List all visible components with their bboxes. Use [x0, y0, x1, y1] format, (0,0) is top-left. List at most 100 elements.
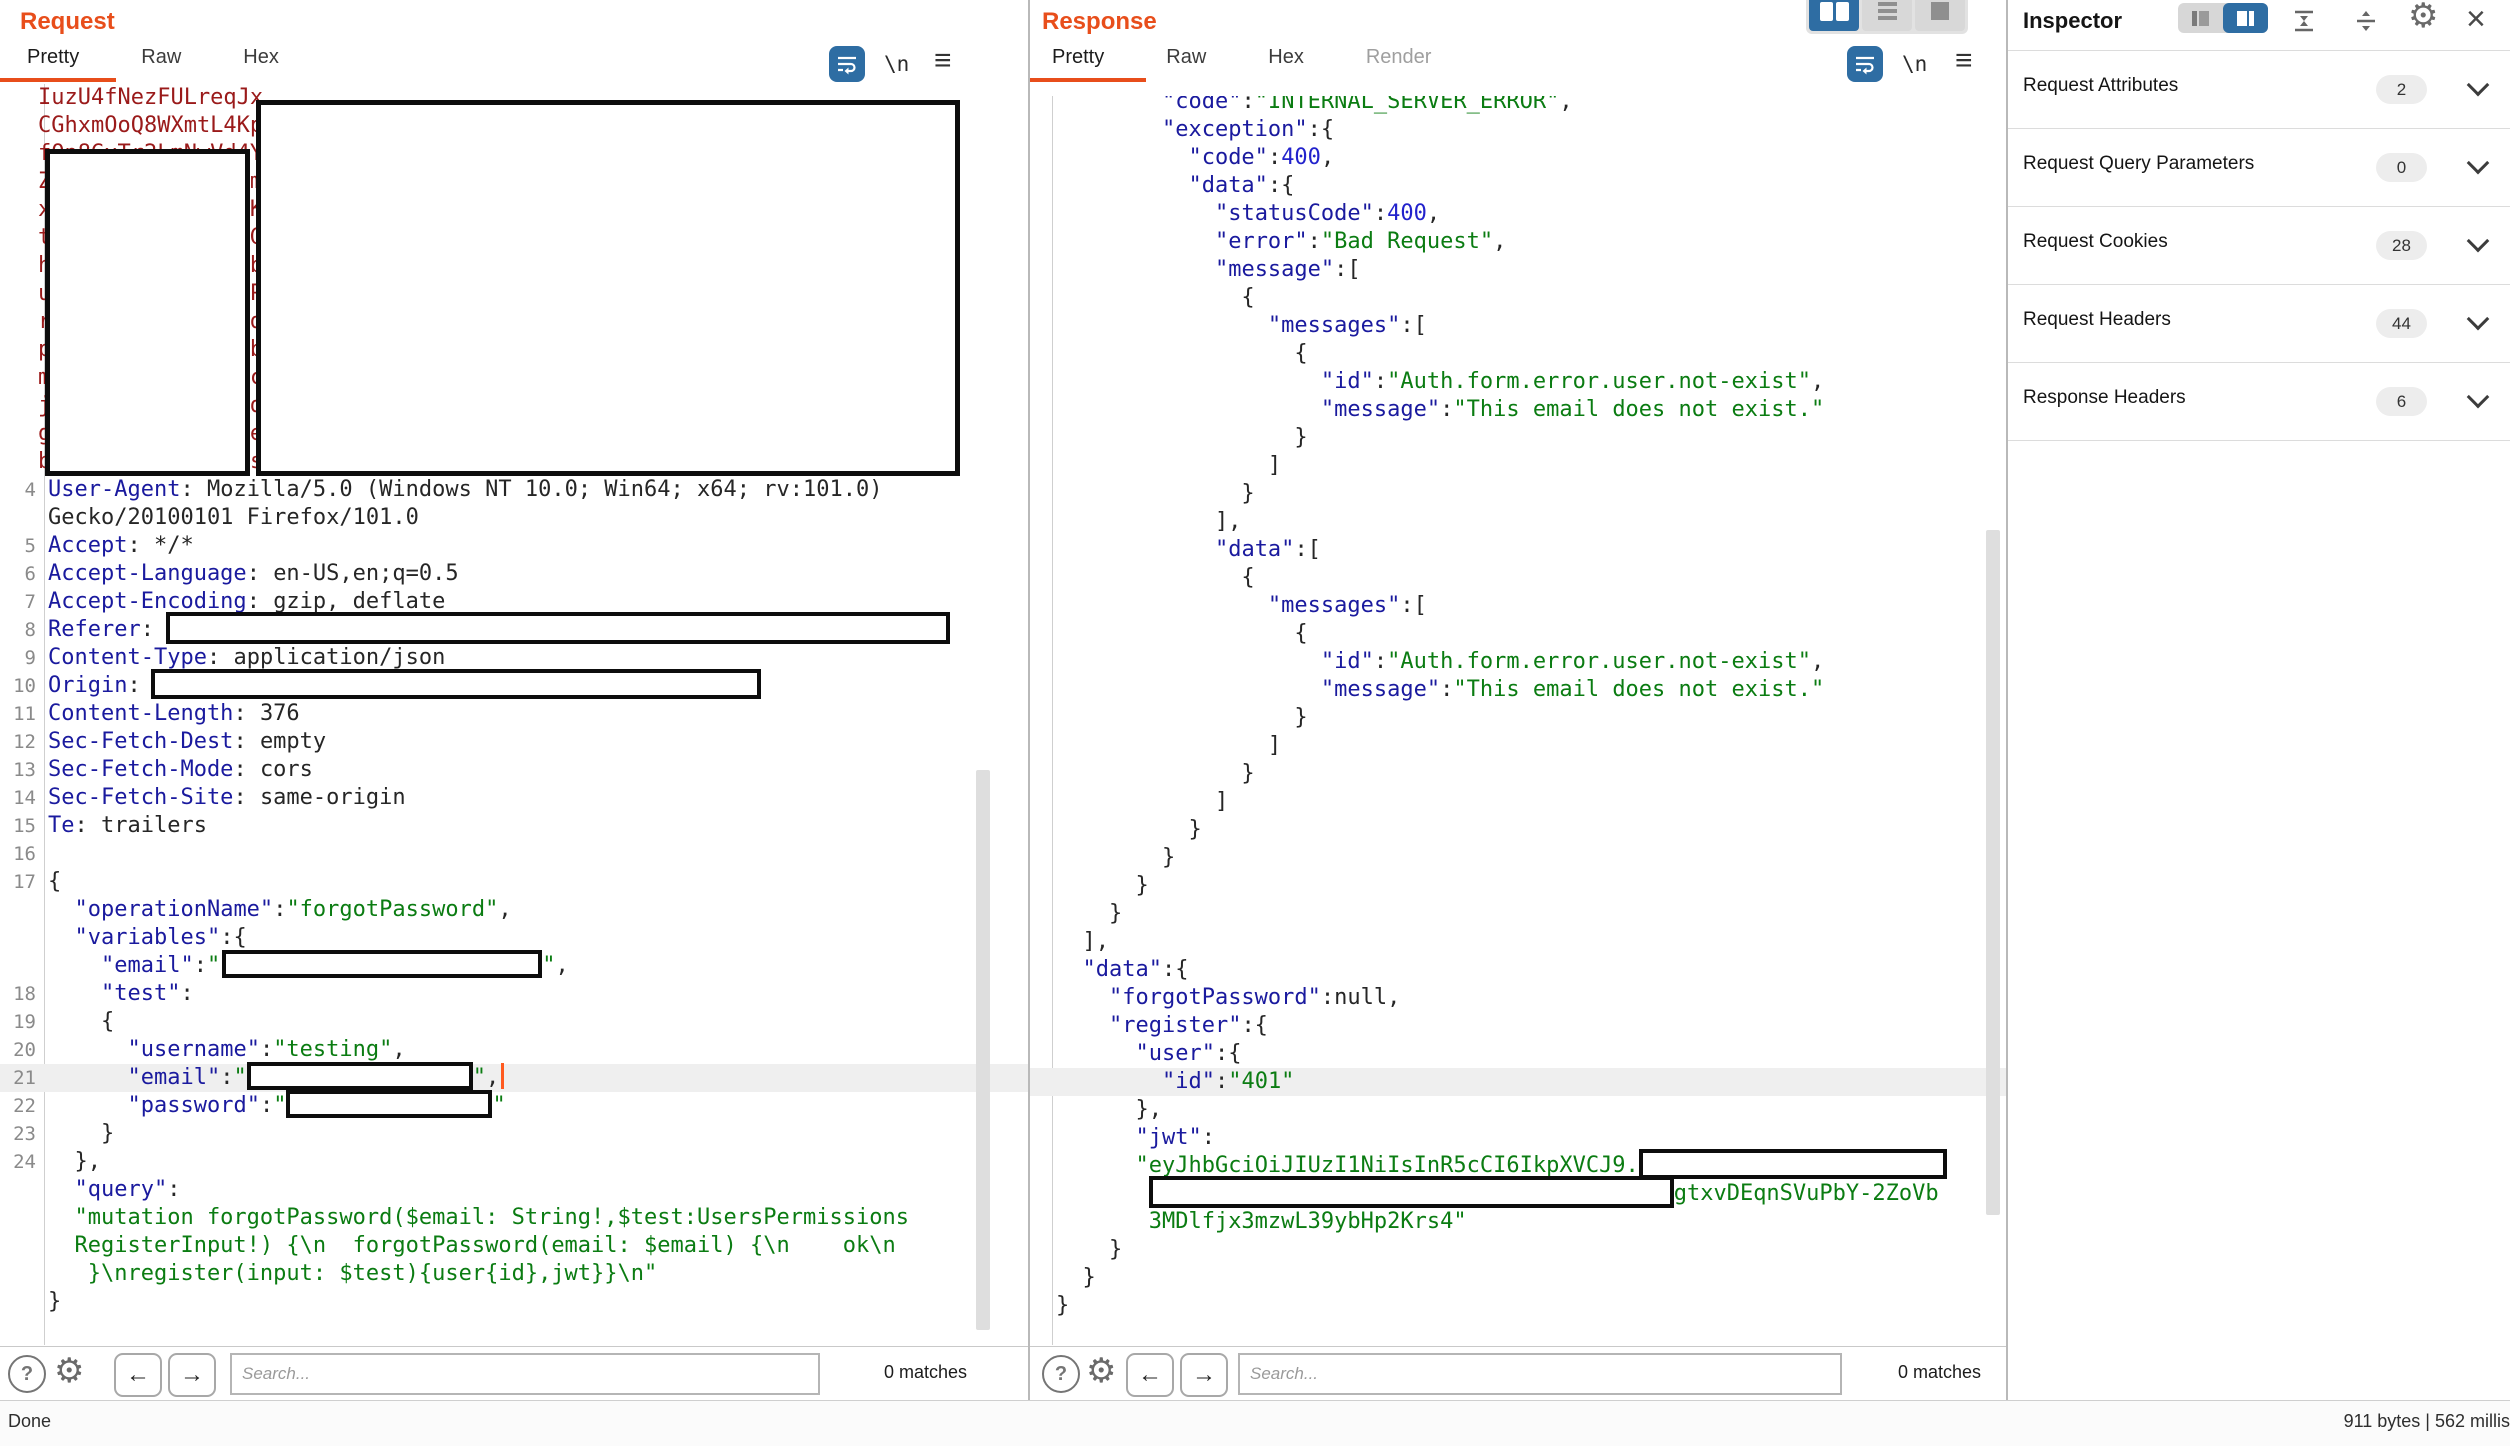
inspector-sections: Request Attributes2Request Query Paramet…	[2008, 50, 2510, 441]
inspector-section-request-cookies[interactable]: Request Cookies28	[2008, 207, 2510, 285]
tab-hex[interactable]: Hex	[1268, 46, 1304, 69]
next-match-button[interactable]: →	[168, 1353, 216, 1397]
code-line-highlighted: 21 "email":"",	[0, 1064, 1028, 1092]
inspector-section-response-headers[interactable]: Response Headers6	[2008, 363, 2510, 441]
hamburger-menu-icon[interactable]: ≡	[1955, 44, 1973, 78]
tab-render[interactable]: Render	[1366, 46, 1432, 69]
hamburger-menu-icon[interactable]: ≡	[934, 44, 952, 78]
status-bar: Done 911 bytes | 562 millis	[0, 1400, 2510, 1446]
request-search-bar: ? ⚙ ← → 0 matches	[0, 1346, 1028, 1400]
tab-raw[interactable]: Raw	[1166, 46, 1206, 69]
response-search-input[interactable]	[1238, 1353, 1842, 1395]
newline-toggle-icon[interactable]: \n	[884, 52, 909, 76]
line-number: 21	[0, 1064, 36, 1092]
section-count-badge: 44	[2376, 309, 2427, 338]
line-number: 6	[0, 560, 36, 588]
layout-single-button[interactable]	[1915, 0, 1965, 31]
inspector-section-request-query-parameters[interactable]: Request Query Parameters0	[2008, 129, 2510, 207]
inspector-section-request-attributes[interactable]: Request Attributes2	[2008, 51, 2510, 129]
help-icon[interactable]: ?	[1042, 1355, 1080, 1393]
redaction-box	[166, 612, 950, 644]
chevron-down-icon[interactable]	[2467, 74, 2490, 97]
inspector-sidebar-view-button[interactable]	[2178, 3, 2223, 33]
code-line: }	[1030, 424, 2006, 452]
redaction-box	[45, 149, 250, 476]
code-line: 23 }	[0, 1120, 1028, 1148]
code-line: 8Referer:	[0, 616, 1028, 644]
code-line: 12Sec-Fetch-Dest: empty	[0, 728, 1028, 756]
response-match-count: 0 matches	[1898, 1362, 1981, 1383]
response-active-tab-underline	[1030, 78, 1146, 82]
code-line: Gecko/20100101 Firefox/101.0	[0, 504, 1028, 532]
line-number: 16	[0, 840, 36, 868]
redaction-box	[151, 669, 761, 699]
line-number: 20	[0, 1036, 36, 1064]
code-line: }	[1030, 872, 2006, 900]
search-settings-gear-icon[interactable]: ⚙	[54, 1351, 84, 1391]
code-line: 14Sec-Fetch-Site: same-origin	[0, 784, 1028, 812]
inspector-title: Inspector	[2023, 8, 2122, 34]
line-number: 8	[0, 616, 36, 644]
word-wrap-icon[interactable]	[829, 46, 865, 82]
line-number: 24	[0, 1148, 36, 1176]
inspector-section-request-headers[interactable]: Request Headers44	[2008, 285, 2510, 363]
inspector-split-view-button[interactable]	[2223, 3, 2268, 33]
chevron-down-icon[interactable]	[2467, 308, 2490, 331]
code-line: 24 },	[0, 1148, 1028, 1176]
chevron-down-icon[interactable]	[2467, 230, 2490, 253]
code-line: }	[1030, 1236, 2006, 1264]
newline-toggle-icon[interactable]: \n	[1902, 52, 1927, 76]
line-number: 23	[0, 1120, 36, 1148]
code-line: "id":"Auth.form.error.user.not-exist",	[1030, 648, 2006, 676]
chevron-down-icon[interactable]	[2467, 152, 2490, 175]
request-editor[interactable]: IuzU4fNezFULreqJxCGhxmOoQ8WXmtL4KpfQp8Gx…	[0, 84, 1028, 1345]
code-line: ]	[1030, 452, 2006, 480]
code-line: RegisterInput!) {\n forgotPassword(email…	[0, 1232, 1028, 1260]
code-line: 11Content-Length: 376	[0, 700, 1028, 728]
request-search-input[interactable]	[230, 1353, 820, 1395]
code-line: }	[1030, 816, 2006, 844]
chevron-down-icon[interactable]	[2467, 386, 2490, 409]
layout-columns-button[interactable]	[1809, 0, 1859, 31]
code-line: ],	[1030, 928, 2006, 956]
request-vertical-scrollbar[interactable]	[976, 770, 990, 1330]
inspector-settings-gear-icon[interactable]: ⚙	[2408, 0, 2438, 36]
tab-pretty[interactable]: Pretty	[1052, 46, 1104, 69]
line-number: 17	[0, 868, 36, 896]
search-settings-gear-icon[interactable]: ⚙	[1086, 1351, 1116, 1391]
code-line: {	[1030, 620, 2006, 648]
code-line: }	[1030, 704, 2006, 732]
previous-match-button[interactable]: ←	[1126, 1353, 1174, 1397]
line-number: 7	[0, 588, 36, 616]
request-tabs: Pretty Raw Hex	[0, 46, 279, 69]
tab-hex[interactable]: Hex	[243, 46, 279, 69]
response-viewer[interactable]: "code":"INTERNAL_SERVER_ERROR", "excepti…	[1030, 96, 2006, 1345]
line-number: 4	[0, 476, 36, 504]
response-vertical-scrollbar[interactable]	[1986, 530, 2000, 1215]
code-line: 22 "password":""	[0, 1092, 1028, 1120]
line-number: 12	[0, 728, 36, 756]
tab-pretty[interactable]: Pretty	[27, 46, 79, 69]
expand-all-icon[interactable]	[2353, 8, 2379, 39]
layout-rows-button[interactable]	[1862, 0, 1912, 31]
request-match-count: 0 matches	[884, 1362, 967, 1383]
code-line: ],	[1030, 508, 2006, 536]
code-line: }	[1030, 480, 2006, 508]
code-line: "forgotPassword":null,	[1030, 984, 2006, 1012]
section-count-badge: 28	[2376, 231, 2427, 260]
response-search-bar: ? ⚙ ← → 0 matches	[1030, 1346, 2006, 1400]
code-line: 5Accept: */*	[0, 532, 1028, 560]
close-icon[interactable]: ×	[2466, 6, 2486, 32]
collapse-all-icon[interactable]	[2291, 8, 2317, 39]
next-match-button[interactable]: →	[1180, 1353, 1228, 1397]
code-line: }	[1030, 1292, 2006, 1320]
redaction-box	[286, 1090, 492, 1118]
help-icon[interactable]: ?	[8, 1355, 46, 1393]
code-line: }\nregister(input: $test){user{id},jwt}}…	[0, 1260, 1028, 1288]
request-panel: Request Pretty Raw Hex \n ≡ IuzU4fNezFULre…	[0, 0, 1028, 1446]
tab-raw[interactable]: Raw	[141, 46, 181, 69]
code-line: 13Sec-Fetch-Mode: cors	[0, 756, 1028, 784]
word-wrap-icon[interactable]	[1847, 46, 1883, 82]
previous-match-button[interactable]: ←	[114, 1353, 162, 1397]
request-panel-title: Request	[20, 8, 115, 36]
